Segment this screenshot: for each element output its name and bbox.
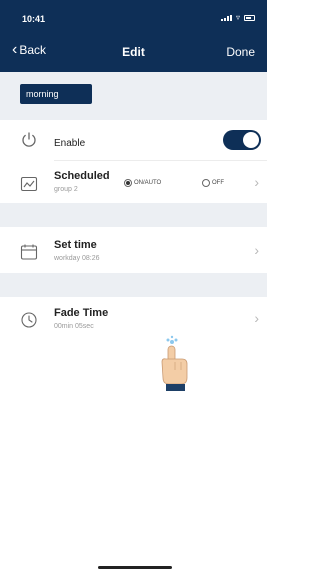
scheduled-title: Scheduled bbox=[54, 170, 110, 182]
radio-selected-indicator bbox=[124, 179, 132, 187]
fade-time-row[interactable]: Fade Time 00min 05sec › bbox=[0, 297, 267, 343]
toggle-knob bbox=[243, 132, 259, 148]
section-gap bbox=[0, 203, 267, 227]
status-time: 10:41 bbox=[22, 14, 46, 24]
scheduled-subtitle: group 2 bbox=[54, 186, 78, 193]
power-icon bbox=[22, 132, 36, 147]
chevron-right-icon: › bbox=[254, 310, 259, 326]
done-button[interactable]: Done bbox=[226, 45, 255, 59]
calendar-icon bbox=[20, 244, 38, 260]
scheduled-row[interactable]: Scheduled group 2 ON/AUTO OFF › bbox=[0, 161, 267, 203]
home-indicator bbox=[98, 566, 172, 569]
scene-name-input[interactable]: morning bbox=[20, 84, 92, 104]
radio-on-auto[interactable]: ON/AUTO bbox=[124, 179, 161, 187]
fade-time-title: Fade Time bbox=[54, 307, 109, 319]
tap-hand-icon bbox=[161, 335, 188, 391]
wifi-icon: ▿ bbox=[235, 13, 240, 22]
section-gap bbox=[0, 273, 267, 297]
chevron-right-icon: › bbox=[254, 242, 259, 258]
radio-off[interactable]: OFF bbox=[202, 179, 224, 187]
enable-label: Enable bbox=[54, 138, 86, 149]
fade-time-subtitle: 00min 05sec bbox=[54, 323, 94, 330]
header: 10:41 ▿ ‹ Back Edit Done bbox=[0, 0, 267, 72]
chevron-right-icon: › bbox=[254, 174, 259, 190]
radio-off-label: OFF bbox=[212, 180, 224, 186]
radio-unselected-indicator bbox=[202, 179, 210, 187]
set-time-row[interactable]: Set time workday 08:26 › bbox=[0, 227, 267, 273]
status-icons: ▿ bbox=[220, 13, 255, 22]
schedule-icon bbox=[20, 176, 38, 192]
enable-toggle[interactable] bbox=[223, 130, 261, 150]
clock-icon bbox=[21, 312, 37, 328]
radio-on-auto-label: ON/AUTO bbox=[134, 180, 162, 186]
battery-icon bbox=[244, 15, 255, 21]
set-time-subtitle: workday 08:26 bbox=[54, 255, 100, 262]
set-time-title: Set time bbox=[54, 239, 97, 251]
signal-icon bbox=[220, 15, 232, 21]
